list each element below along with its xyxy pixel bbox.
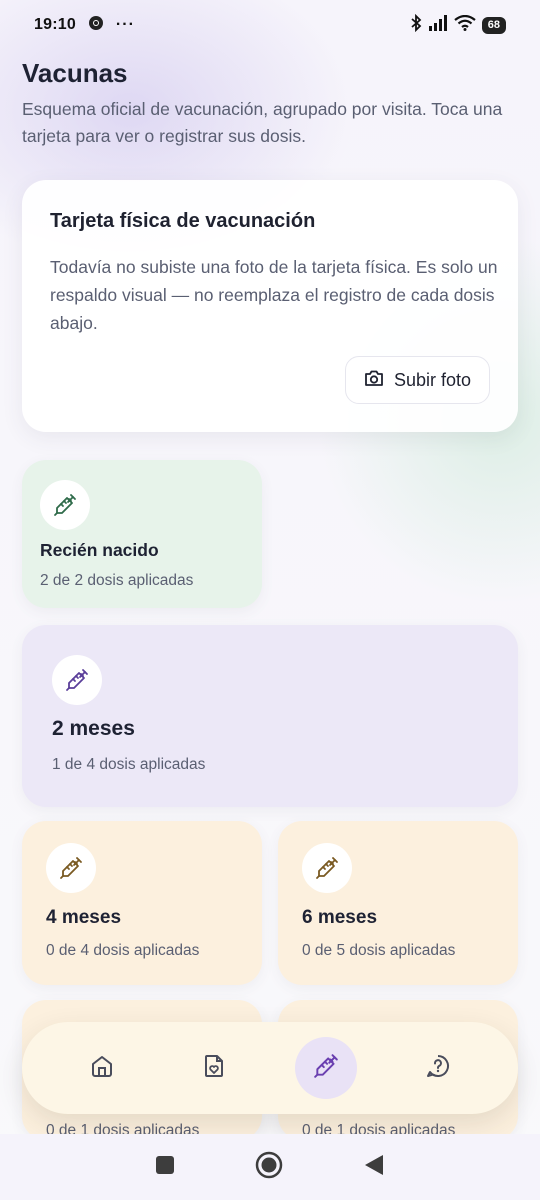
bottom-navigation bbox=[22, 1022, 518, 1114]
visit-doses: 1 de 4 dosis aplicadas bbox=[52, 756, 206, 773]
syringe-icon bbox=[52, 655, 102, 705]
syringe-icon bbox=[46, 843, 96, 893]
syringe-icon bbox=[302, 843, 352, 893]
physical-card-text: Todavía no subiste una foto de la tarjet… bbox=[50, 257, 498, 333]
visit-card-6-months[interactable]: 6 meses 0 de 5 dosis aplicadas bbox=[278, 821, 518, 985]
upload-photo-label: Subir foto bbox=[393, 369, 471, 390]
physical-card-title: Tarjeta física de vacunación bbox=[50, 210, 316, 232]
more-notifications-icon: ··· bbox=[115, 16, 135, 33]
system-navigation-bar bbox=[0, 1134, 540, 1200]
signal-icon bbox=[428, 14, 448, 36]
status-bar: 19:10 ··· 68 bbox=[0, 0, 540, 50]
nav-help[interactable] bbox=[407, 1037, 469, 1099]
nav-home[interactable] bbox=[71, 1037, 133, 1099]
help-chat-icon bbox=[425, 1053, 451, 1084]
visit-doses: 0 de 4 dosis aplicadas bbox=[46, 942, 200, 959]
battery-indicator: 68 bbox=[481, 16, 506, 34]
visit-card-2-months[interactable]: 2 meses 1 de 4 dosis aplicadas bbox=[22, 625, 518, 807]
visit-title: Recién nacido bbox=[40, 540, 159, 560]
home-icon bbox=[89, 1053, 115, 1084]
upload-photo-button[interactable]: Subir foto bbox=[344, 356, 490, 404]
physical-card-panel: Tarjeta física de vacunación Todavía no … bbox=[22, 180, 518, 432]
wifi-icon bbox=[454, 14, 476, 36]
home-button[interactable] bbox=[255, 1151, 283, 1184]
bluetooth-icon bbox=[410, 13, 422, 37]
page-subtitle: Esquema oficial de vacunación, agrupado … bbox=[22, 99, 503, 146]
status-time: 19:10 bbox=[34, 16, 76, 33]
visit-doses: 2 de 2 dosis aplicadas bbox=[40, 572, 194, 589]
visit-card-newborn[interactable]: Recién nacido 2 de 2 dosis aplicadas bbox=[22, 460, 262, 608]
chrome-icon bbox=[88, 15, 104, 36]
back-button[interactable] bbox=[363, 1153, 385, 1182]
visit-title: 4 meses bbox=[46, 907, 122, 928]
page-title: Vacunas bbox=[22, 58, 128, 88]
recents-button[interactable] bbox=[155, 1155, 175, 1180]
nav-vaccines[interactable] bbox=[295, 1037, 357, 1099]
syringe-icon bbox=[313, 1053, 339, 1084]
visit-doses: 0 de 5 dosis aplicadas bbox=[302, 942, 456, 959]
document-heart-icon bbox=[201, 1053, 227, 1084]
visit-title: 2 meses bbox=[52, 717, 135, 740]
syringe-icon bbox=[40, 480, 90, 530]
visit-title: 6 meses bbox=[302, 907, 378, 928]
camera-icon bbox=[364, 369, 384, 392]
nav-records[interactable] bbox=[183, 1037, 245, 1099]
visit-card-4-months[interactable]: 4 meses 0 de 4 dosis aplicadas bbox=[22, 821, 262, 985]
